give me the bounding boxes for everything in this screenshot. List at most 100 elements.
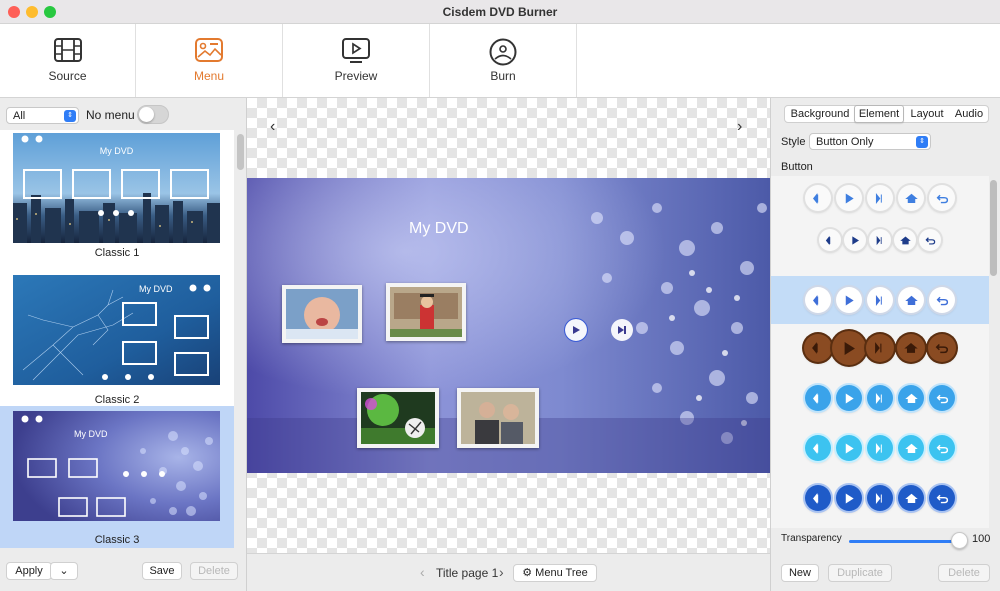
- next-menu-button[interactable]: [611, 319, 633, 341]
- template-item-classic-2[interactable]: My DVD Classic 2: [0, 272, 234, 414]
- button-style-preset[interactable]: [771, 376, 989, 420]
- button-style-scrollbar[interactable]: [990, 180, 997, 276]
- button-style-list: [771, 176, 989, 528]
- template-item-classic-3[interactable]: My DVD Classic 3: [0, 406, 234, 548]
- tab-audio[interactable]: Audio: [949, 106, 989, 122]
- play-icon: [836, 385, 862, 411]
- button-section-label: Button: [781, 161, 813, 173]
- tab-burn[interactable]: Burn: [430, 24, 577, 97]
- button-style-preset[interactable]: [771, 176, 989, 220]
- home-icon: [898, 385, 924, 411]
- transparency-value: 100: [972, 533, 991, 545]
- window-title: Cisdem DVD Burner: [442, 5, 558, 19]
- skip-previous-icon: [805, 385, 831, 411]
- play-icon: [844, 229, 866, 251]
- button-style-preset[interactable]: [771, 476, 989, 520]
- return-icon: [929, 435, 955, 461]
- menu-tree-button[interactable]: ⚙ Menu Tree: [513, 564, 597, 582]
- style-select[interactable]: Button Only ⇕: [809, 133, 931, 150]
- no-menu-label: No menu: [86, 108, 135, 122]
- play-menu-button[interactable]: [564, 318, 588, 342]
- skip-next-icon: [867, 185, 893, 211]
- play-icon: [836, 287, 862, 313]
- skip-previous-icon: [805, 485, 831, 511]
- home-icon: [894, 229, 916, 251]
- couple-photo: [461, 392, 535, 444]
- photo-thumbnail-1[interactable]: [282, 285, 362, 343]
- tab-background[interactable]: Background: [785, 106, 855, 122]
- button-style-preset[interactable]: [771, 326, 989, 370]
- next-page-icon[interactable]: ›: [737, 118, 742, 136]
- template-filter-value: All: [13, 110, 26, 122]
- disc-icon: [489, 38, 517, 66]
- template-name: Classic 2: [94, 394, 140, 406]
- menu-title[interactable]: My DVD: [409, 220, 469, 238]
- skip-previous-icon: [805, 185, 831, 211]
- play-icon: [836, 435, 862, 461]
- return-icon: [929, 287, 955, 313]
- template-thumbnail: My DVD: [13, 275, 220, 385]
- delete-template-button[interactable]: Delete: [190, 562, 238, 580]
- play-icon: [836, 485, 862, 511]
- apply-button[interactable]: Apply: [6, 562, 52, 580]
- menu-background: My DVD: [247, 178, 770, 473]
- save-button[interactable]: Save: [142, 562, 182, 580]
- skip-next-icon: [869, 229, 891, 251]
- template-thumbnail: My DVD: [13, 411, 220, 521]
- apply-options-button[interactable]: ⌄: [50, 562, 78, 580]
- delete-element-button[interactable]: Delete: [938, 564, 990, 582]
- photo-thumbnail-3[interactable]: [357, 388, 439, 448]
- tab-preview-label: Preview: [334, 69, 378, 83]
- menu-canvas: ‹ › My DVD: [247, 98, 770, 553]
- button-style-preset[interactable]: [771, 426, 989, 470]
- tab-source-label: Source: [48, 69, 87, 83]
- next-title-page-icon[interactable]: ›: [499, 564, 504, 580]
- return-icon: [929, 185, 955, 211]
- home-icon: [898, 287, 924, 313]
- template-thumbnail: My DVD: [13, 133, 220, 243]
- transparency-slider-knob[interactable]: [951, 532, 968, 549]
- button-style-preset[interactable]: [771, 276, 989, 324]
- properties-panel: Background Element Layout Audio Style Bu…: [770, 98, 1000, 591]
- previous-title-page-icon[interactable]: ‹: [420, 564, 425, 580]
- style-value: Button Only: [816, 136, 874, 148]
- skip-previous-icon: [805, 435, 831, 461]
- tab-preview[interactable]: Preview: [283, 24, 430, 97]
- tab-source[interactable]: Source: [0, 24, 136, 97]
- play-icon: [573, 326, 580, 334]
- title-page-label: Title page 1: [436, 566, 499, 580]
- graduate-photo: [390, 287, 462, 337]
- tab-layout[interactable]: Layout: [905, 106, 949, 122]
- duplicate-button[interactable]: Duplicate: [828, 564, 892, 582]
- chevron-down-icon: ⌄: [59, 565, 69, 577]
- chevron-updown-icon: ⇕: [916, 136, 928, 148]
- chevron-updown-icon: ⇕: [64, 110, 76, 122]
- thumbnail-title: My DVD: [139, 284, 173, 294]
- photo-thumbnail-4[interactable]: [457, 388, 539, 448]
- thumbnail-title: My DVD: [99, 146, 134, 156]
- button-style-preset[interactable]: [771, 218, 989, 262]
- skip-previous-icon: [804, 334, 832, 362]
- home-icon: [898, 485, 924, 511]
- thumbnail-title: My DVD: [74, 429, 108, 439]
- template-list-scrollbar[interactable]: [237, 134, 244, 170]
- template-item-classic-1[interactable]: My DVD Classic 1: [0, 130, 234, 272]
- return-icon: [929, 485, 955, 511]
- template-name: Classic 3: [94, 534, 140, 546]
- previous-page-icon[interactable]: ‹: [270, 118, 275, 136]
- return-icon: [919, 229, 941, 251]
- transparency-label: Transparency: [781, 533, 842, 544]
- skip-previous-icon: [819, 229, 841, 251]
- menu-image-icon: [195, 38, 223, 62]
- template-filter-select[interactable]: All ⇕: [6, 107, 79, 124]
- transparency-slider-track[interactable]: [849, 540, 961, 543]
- tab-element[interactable]: Element: [854, 105, 904, 123]
- soccer-photo: [361, 392, 435, 444]
- menu-tree-label: Menu Tree: [535, 567, 588, 579]
- skip-next-icon: [867, 385, 893, 411]
- photo-thumbnail-2[interactable]: [386, 283, 466, 341]
- tab-menu[interactable]: Menu: [136, 24, 283, 97]
- new-button[interactable]: New: [781, 564, 819, 582]
- film-icon: [53, 38, 82, 62]
- no-menu-toggle[interactable]: [137, 105, 169, 124]
